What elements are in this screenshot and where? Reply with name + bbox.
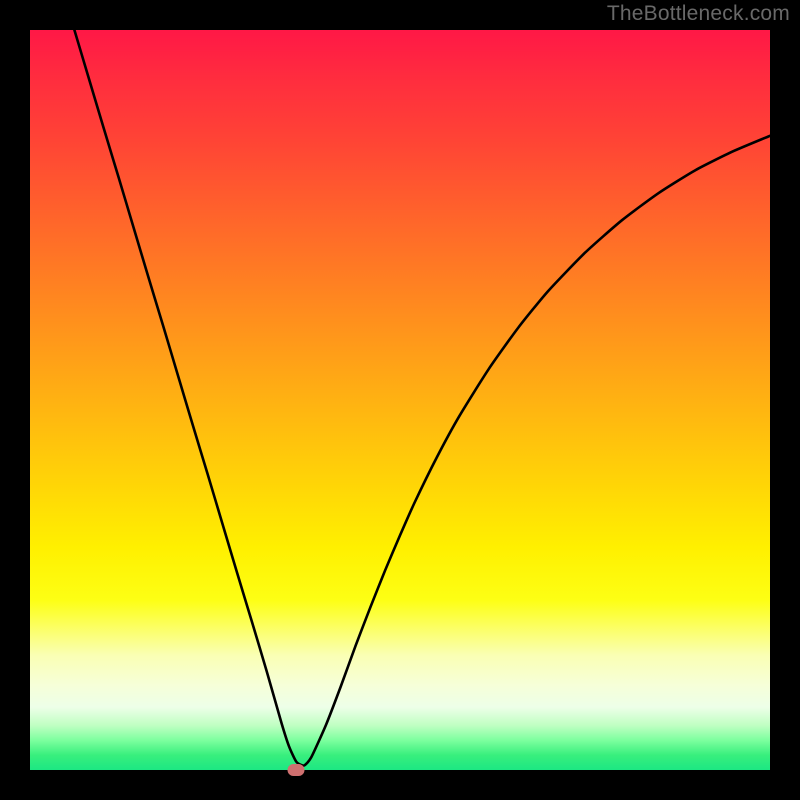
bottleneck-curve <box>30 30 770 770</box>
optimum-marker <box>288 764 305 776</box>
watermark-text: TheBottleneck.com <box>607 2 790 26</box>
plot-area <box>30 30 770 770</box>
